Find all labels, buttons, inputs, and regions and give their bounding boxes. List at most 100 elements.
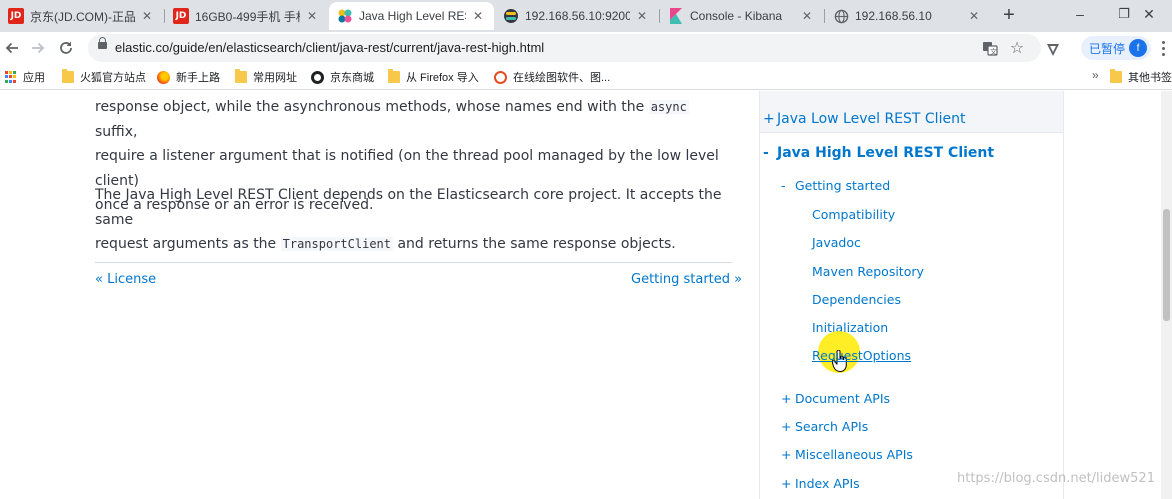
bookmark-star-icon[interactable]: ☆ [1008, 39, 1026, 57]
toc-item-initialization[interactable]: Initialization [812, 320, 888, 335]
jd-icon: JD [8, 8, 24, 24]
folder-icon [1110, 69, 1122, 83]
elastic-icon [337, 8, 353, 24]
tab-title: 192.168.56.10 [855, 9, 932, 23]
collapse-marker: - [781, 178, 786, 193]
tab-java-high-level-rest[interactable]: Java High Level REST ✕ [329, 2, 494, 30]
toc-item-index-apis[interactable]: + Index APIs [781, 476, 860, 491]
browser-toolbar: elastic.co/guide/en/elasticsearch/client… [0, 32, 1172, 64]
prev-page-link[interactable]: « License [95, 272, 156, 287]
tab-jd-home[interactable]: JD 京东(JD.COM)-正品低价 ✕ [0, 2, 163, 30]
toc-item-maven-repository[interactable]: Maven Repository [812, 264, 924, 279]
toc-label: Index APIs [795, 476, 860, 491]
bookmark-label: 京东商城 [330, 72, 374, 84]
tab-kibana-console[interactable]: Console - Kibana ✕ [660, 2, 823, 30]
toc-item-getting-started[interactable]: - Getting started [781, 178, 890, 193]
close-icon[interactable]: ✕ [799, 8, 815, 24]
toc-item-search-apis[interactable]: + Search APIs [781, 419, 868, 434]
profile-status: 已暂停 [1089, 41, 1126, 56]
folder-icon [62, 69, 74, 83]
browser-menu-icon[interactable] [1156, 36, 1170, 60]
tab-strip: JD 京东(JD.COM)-正品低价 ✕ JD 16GB0-499手机 手机 手… [0, 0, 1172, 32]
bookmark-getting-started[interactable]: 新手上路 [157, 68, 220, 86]
bookmark-label: 常用网址 [253, 72, 297, 84]
bookmark-label: 火狐官方站点 [80, 72, 146, 84]
toc-item-dependencies[interactable]: Dependencies [812, 292, 901, 307]
toc-item-low-level-client[interactable]: + Java Low Level REST Client [763, 111, 965, 127]
expand-marker: + [781, 447, 792, 462]
kibana-icon [668, 8, 684, 24]
inline-code: TransportClient [280, 237, 393, 251]
apps-grid-icon [5, 71, 17, 83]
elastic-icon [503, 8, 519, 24]
svg-text:文: 文 [990, 47, 997, 56]
text-span: suffix, [95, 123, 138, 140]
toc-item-document-apis[interactable]: + Document APIs [781, 391, 890, 406]
toc-item-misc-apis[interactable]: + Miscellaneous APIs [781, 447, 913, 462]
reload-button[interactable] [54, 36, 78, 60]
bookmark-label: 从 Firefox 导入 [406, 72, 479, 84]
bookmark-label: 新手上路 [176, 72, 220, 84]
toc-item-javadoc[interactable]: Javadoc [812, 235, 861, 250]
next-page-link[interactable]: Getting started » [631, 272, 742, 287]
article-paragraph: The Java High Level REST Client depends … [95, 183, 735, 257]
lock-icon [98, 37, 107, 49]
toc-item-high-level-client[interactable]: - Java High Level REST Client [763, 145, 994, 161]
bookmarks-more-icon[interactable]: » [1092, 68, 1099, 82]
bookmark-apps[interactable]: 应用 [5, 68, 45, 86]
jd-icon: JD [173, 8, 189, 24]
close-icon[interactable]: ✕ [139, 8, 155, 24]
bookmark-common-sites[interactable]: 常用网址 [235, 68, 297, 86]
globe-icon [833, 8, 849, 24]
watermark: https://blog.csdn.net/lidew521 [957, 471, 1155, 486]
close-icon[interactable]: ✕ [634, 8, 650, 24]
bookmark-label: 其他书签 [1128, 72, 1172, 84]
tab-es-host[interactable]: 192.168.56.10 ✕ [825, 2, 990, 30]
close-icon[interactable]: ✕ [304, 8, 320, 24]
bookmark-label: 应用 [23, 72, 45, 84]
translate-icon[interactable]: 文 [981, 39, 999, 57]
text-span: The Java High Level REST Client depends … [95, 187, 722, 228]
minimize-button[interactable]: – [1057, 0, 1103, 28]
text-span: request arguments as the [95, 236, 281, 252]
tab-title: 京东(JD.COM)-正品低价 [30, 9, 135, 24]
tab-jd-phones[interactable]: JD 16GB0-499手机 手机 手 ✕ [165, 2, 328, 30]
address-bar[interactable]: elastic.co/guide/en/elasticsearch/client… [88, 34, 1041, 62]
toc-label: Search APIs [795, 419, 869, 434]
close-icon[interactable]: ✕ [966, 8, 982, 24]
avatar: f [1129, 39, 1147, 57]
collapse-marker: - [763, 145, 769, 161]
folder-icon [235, 69, 247, 83]
inline-code: async [648, 100, 689, 114]
bookmark-firefox-site[interactable]: 火狐官方站点 [62, 68, 146, 86]
tab-es-9200[interactable]: 192.168.56.10:9200 ✕ [495, 2, 658, 30]
toc-label: Miscellaneous APIs [795, 447, 913, 462]
firefox-icon [157, 70, 170, 84]
extension-icon[interactable] [1044, 41, 1062, 59]
close-window-button[interactable]: ✕ [1126, 0, 1172, 28]
profile-paused-button[interactable]: 已暂停 f [1081, 36, 1151, 60]
page-scrollbar[interactable] [1161, 91, 1172, 499]
bookmark-firefox-import[interactable]: 从 Firefox 导入 [388, 68, 479, 86]
toc-item-compatibility[interactable]: Compatibility [812, 207, 895, 222]
back-button[interactable] [0, 36, 24, 60]
bookmark-online-drawing[interactable]: 在线绘图软件、图... [494, 68, 610, 86]
bookmark-label: 在线绘图软件、图... [513, 72, 611, 84]
tab-title: Console - Kibana [690, 9, 783, 23]
toc-item-request-options[interactable]: RequestOptions [812, 348, 911, 363]
new-tab-button[interactable]: + [998, 4, 1020, 26]
toc-sidebar: + Java Low Level REST Client - Java High L… [759, 91, 1064, 499]
tab-title: Java High Level REST [359, 9, 466, 23]
page-content: response object, while the asynchronous … [0, 91, 1172, 499]
toc-label: Document APIs [795, 391, 891, 406]
scrollbar-thumb[interactable] [1163, 209, 1170, 321]
bookmark-other[interactable]: 其他书签 [1110, 68, 1172, 86]
bookmark-jd-mall[interactable]: 京东商城 [311, 68, 374, 86]
back-arrow-icon [5, 42, 18, 54]
expand-marker: + [781, 419, 792, 434]
forward-button[interactable] [26, 36, 50, 60]
text-span: and returns the same response objects. [393, 236, 676, 252]
close-icon[interactable]: ✕ [470, 8, 486, 24]
reload-icon [60, 41, 72, 54]
bookmarks-bar: 应用 火狐官方站点 新手上路 常用网址 京东商城 从 Firefox 导入 在线… [0, 64, 1172, 90]
